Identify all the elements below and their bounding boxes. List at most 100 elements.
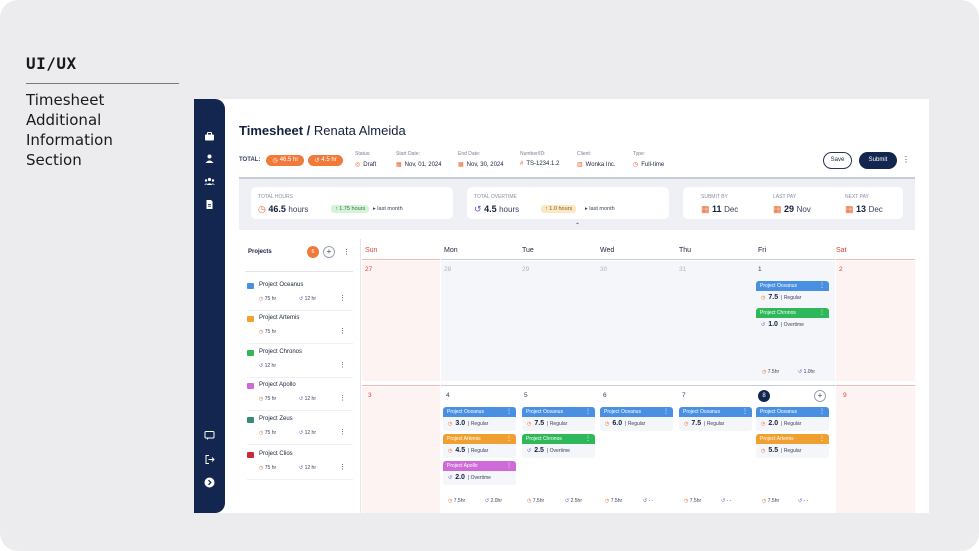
- time-entry[interactable]: Project Apollo ⋮ ↺ 2.0 | Overtime: [443, 461, 516, 485]
- date-cell[interactable]: 4: [446, 392, 450, 399]
- date-cell[interactable]: 3: [368, 392, 372, 399]
- time-entry[interactable]: Project Oceanus ⋮ ◷ 2.0 | Regular: [756, 407, 829, 431]
- entry-more-icon[interactable]: ⋮: [819, 407, 825, 417]
- date-cell[interactable]: 29: [522, 266, 529, 273]
- project-more-icon[interactable]: ⋮: [339, 294, 346, 302]
- time-entry[interactable]: Project Oceanus ⋮ ◷ 7.5 | Regular: [679, 407, 752, 431]
- date-cell[interactable]: 6: [603, 392, 607, 399]
- projects-more-icon[interactable]: ⋮: [343, 248, 350, 256]
- document-icon[interactable]: [204, 199, 215, 210]
- day-total-regular: ◷ 7.5hr: [684, 498, 701, 504]
- date-cell[interactable]: 30: [600, 266, 607, 273]
- chat-icon[interactable]: [204, 430, 215, 441]
- end-date-label: End Date:: [458, 151, 481, 157]
- time-entry[interactable]: Project Oceanus ⋮ ◷ 3.0 | Regular: [443, 407, 516, 431]
- arrow-right-icon[interactable]: [204, 477, 215, 488]
- day-total-overtime-value: - -: [803, 498, 809, 504]
- project-item[interactable]: Project Artemis ◷ 75 hr ⋮: [247, 314, 353, 344]
- time-entry[interactable]: Project Oceanus ⋮ ◷ 6.0 | Regular: [600, 407, 673, 431]
- total-overtime-pill-value: 4.5 hr: [321, 157, 337, 163]
- project-item[interactable]: Project Chronos ↺ 12 hr ⋮: [247, 348, 353, 378]
- project-color-swatch: [247, 283, 254, 289]
- entry-more-icon[interactable]: ⋮: [506, 434, 512, 444]
- next-pay-value: ▦ 13 Dec: [845, 204, 883, 215]
- total-label: TOTAL:: [239, 157, 261, 163]
- time-entry[interactable]: Project Artemis ⋮ ◷ 4.5 | Regular: [443, 434, 516, 458]
- add-project-button[interactable]: +: [323, 246, 335, 258]
- entry-more-icon[interactable]: ⋮: [742, 407, 748, 417]
- project-color-swatch: [247, 383, 254, 389]
- entry-more-icon[interactable]: ⋮: [506, 407, 512, 417]
- time-entry[interactable]: Project Chronos ⋮ ↺ 2.5 | Overtime: [522, 434, 595, 458]
- calendar-icon: ▦: [845, 204, 854, 214]
- submit-by-value: ▦ 11 Dec: [701, 204, 738, 215]
- project-color-swatch: [247, 452, 254, 458]
- overtime-clock-icon: ↺: [299, 465, 304, 471]
- project-more-icon[interactable]: ⋮: [339, 361, 346, 369]
- project-hours-value: 75 hr: [264, 296, 277, 302]
- date-cell[interactable]: 27: [365, 266, 372, 273]
- end-date-field: End Date: ▦ Nov, 30, 2024: [458, 151, 504, 168]
- project-more-icon[interactable]: ⋮: [339, 428, 346, 436]
- project-item[interactable]: Project Apollo ◷ 75 hr ↺ 12 hr ⋮: [247, 381, 353, 411]
- day-total-regular: ◷ 7.5hr: [527, 498, 544, 504]
- today-date-badge[interactable]: 8: [758, 390, 770, 402]
- submit-button[interactable]: Submit: [859, 152, 897, 169]
- logout-icon[interactable]: [204, 454, 215, 465]
- day-header-mon: Mon: [444, 247, 458, 254]
- briefcase-icon[interactable]: [204, 131, 215, 142]
- page-title-prefix: Timesheet /: [239, 123, 311, 138]
- projects-panel: Projects 6 + ⋮ Project Oceanus ◷ 75 hr ↺…: [239, 239, 361, 513]
- project-hours-value: 75 hr: [264, 430, 277, 436]
- time-entry[interactable]: Project Oceanus ⋮ ◷ 7.5 | Regular: [522, 407, 595, 431]
- entry-more-icon[interactable]: ⋮: [585, 407, 591, 417]
- time-entry[interactable]: Project Oceanus ⋮ ◷ 7.5 | Regular: [756, 281, 829, 305]
- time-entry[interactable]: Project Chronos ⋮ ↺ 1.0 | Overtime: [756, 308, 829, 332]
- project-overtime-hours: ↺ 12 hr: [299, 396, 316, 402]
- client-value: Wonka Inc.: [585, 162, 616, 168]
- entry-more-icon[interactable]: ⋮: [819, 281, 825, 291]
- entry-more-icon[interactable]: ⋮: [819, 308, 825, 318]
- date-cell[interactable]: 31: [679, 266, 686, 273]
- entry-body: ◷ 7.5 | Regular: [684, 420, 725, 427]
- project-regular-hours: ◷ 75 hr: [259, 329, 276, 335]
- overtime-clock-icon: ↺: [299, 396, 304, 402]
- date-cell[interactable]: 1: [758, 266, 762, 273]
- project-more-icon[interactable]: ⋮: [339, 394, 346, 402]
- project-regular-hours: ◷ 75 hr: [259, 465, 276, 471]
- save-button[interactable]: Save: [823, 152, 852, 169]
- project-item[interactable]: Project Clios ◷ 75 hr ↺ 12 hr ⋮: [247, 450, 353, 480]
- entry-more-icon[interactable]: ⋮: [663, 407, 669, 417]
- user-icon[interactable]: [204, 153, 215, 164]
- project-name: Project Zeus: [259, 416, 293, 422]
- date-cell[interactable]: 7: [682, 392, 686, 399]
- day-total-regular-value: 7.5hr: [610, 498, 623, 504]
- project-more-icon[interactable]: ⋮: [339, 463, 346, 471]
- time-entry[interactable]: Project Artemis ⋮ ◷ 5.5 | Regular: [756, 434, 829, 458]
- date-cell[interactable]: 9: [843, 392, 847, 399]
- team-icon[interactable]: [204, 176, 215, 187]
- more-options-icon[interactable]: ⋮: [902, 155, 910, 164]
- overtime-clock-icon: ↺: [721, 498, 726, 504]
- last-pay-value: ▦ 29 Nov: [773, 204, 811, 215]
- project-color-swatch: [247, 350, 254, 356]
- entry-project-name: Project Oceanus: [526, 409, 563, 415]
- project-more-icon[interactable]: ⋮: [339, 327, 346, 335]
- project-item[interactable]: Project Zeus ◷ 75 hr ↺ 12 hr ⋮: [247, 415, 353, 445]
- project-item[interactable]: Project Oceanus ◷ 75 hr ↺ 12 hr ⋮: [247, 281, 353, 311]
- entry-more-icon[interactable]: ⋮: [819, 434, 825, 444]
- entry-more-icon[interactable]: ⋮: [506, 461, 512, 471]
- date-cell[interactable]: 2: [839, 266, 843, 273]
- entry-project-name: Project Oceanus: [760, 409, 797, 415]
- add-entry-button[interactable]: +: [814, 390, 826, 402]
- clock-icon: ◷: [761, 448, 766, 454]
- clock-icon: ◷: [448, 448, 453, 454]
- date-cell[interactable]: 28: [444, 266, 451, 273]
- entry-more-icon[interactable]: ⋮: [585, 434, 591, 444]
- summary-panel: TOTAL HOURS ◷ 46.5 hours ↑ 1.75 hours ▸ …: [239, 177, 915, 230]
- total-hours-pill-value: 46.5 hr: [279, 157, 299, 163]
- chevron-up-icon[interactable]: ⌃: [575, 222, 580, 229]
- clock-icon: ◷: [448, 498, 453, 504]
- date-cell[interactable]: 5: [524, 392, 528, 399]
- entry-kind: Overtime: [549, 448, 570, 454]
